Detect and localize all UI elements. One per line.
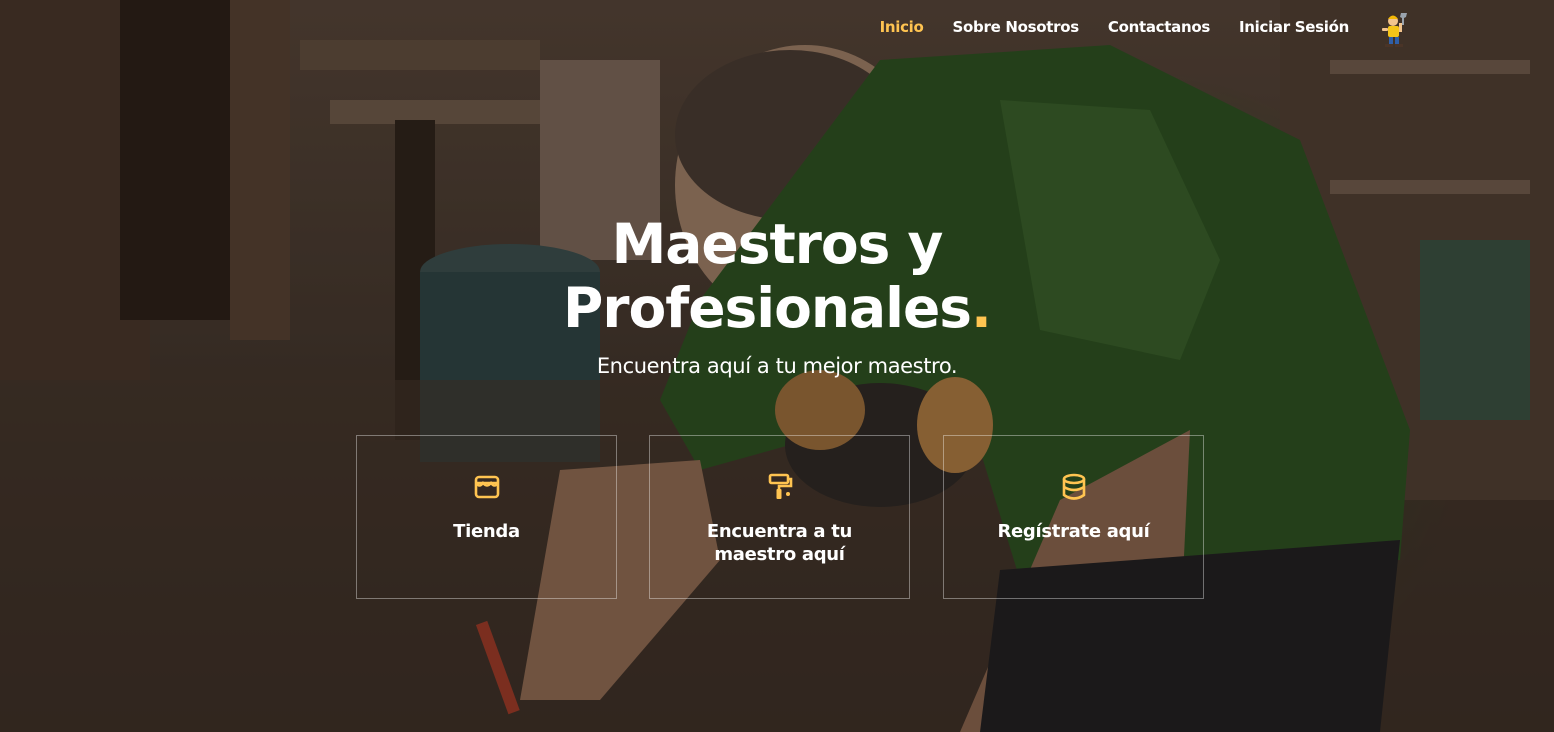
nav-item-iniciar-sesion[interactable]: Iniciar Sesión (1239, 18, 1349, 36)
nav-item-contactanos[interactable]: Contactanos (1108, 18, 1210, 36)
hero-title-line2-wrap: Profesionales. (0, 276, 1554, 340)
paint-roller-icon (768, 473, 792, 499)
main-nav: Inicio Sobre Nosotros Contactanos Inicia… (880, 13, 1407, 47)
store-box[interactable]: Tienda (356, 435, 617, 599)
register-box[interactable]: Regístrate aquí (943, 435, 1204, 599)
hero-title-line2: Profesionales (563, 276, 972, 340)
hero-title-dot: . (971, 276, 992, 340)
find-master-box-label: Encuentra a tu maestro aquí (706, 521, 853, 565)
store-box-label: Tienda (453, 521, 520, 542)
store-icon (474, 475, 499, 499)
find-master-box[interactable]: Encuentra a tu maestro aquí (649, 435, 910, 599)
hero-title-line1: Maestros y (611, 212, 944, 276)
database-icon (1062, 473, 1085, 500)
handyman-mascot-icon[interactable] (1379, 11, 1411, 49)
nav-item-inicio[interactable]: Inicio (880, 18, 924, 36)
hero-subtitle: Encuentra aquí a tu mejor maestro. (596, 354, 958, 378)
hero-title: Maestros y Profesionales. (0, 212, 1554, 340)
register-box-label: Regístrate aquí (997, 521, 1150, 542)
nav-item-sobre-nosotros[interactable]: Sobre Nosotros (953, 18, 1080, 36)
